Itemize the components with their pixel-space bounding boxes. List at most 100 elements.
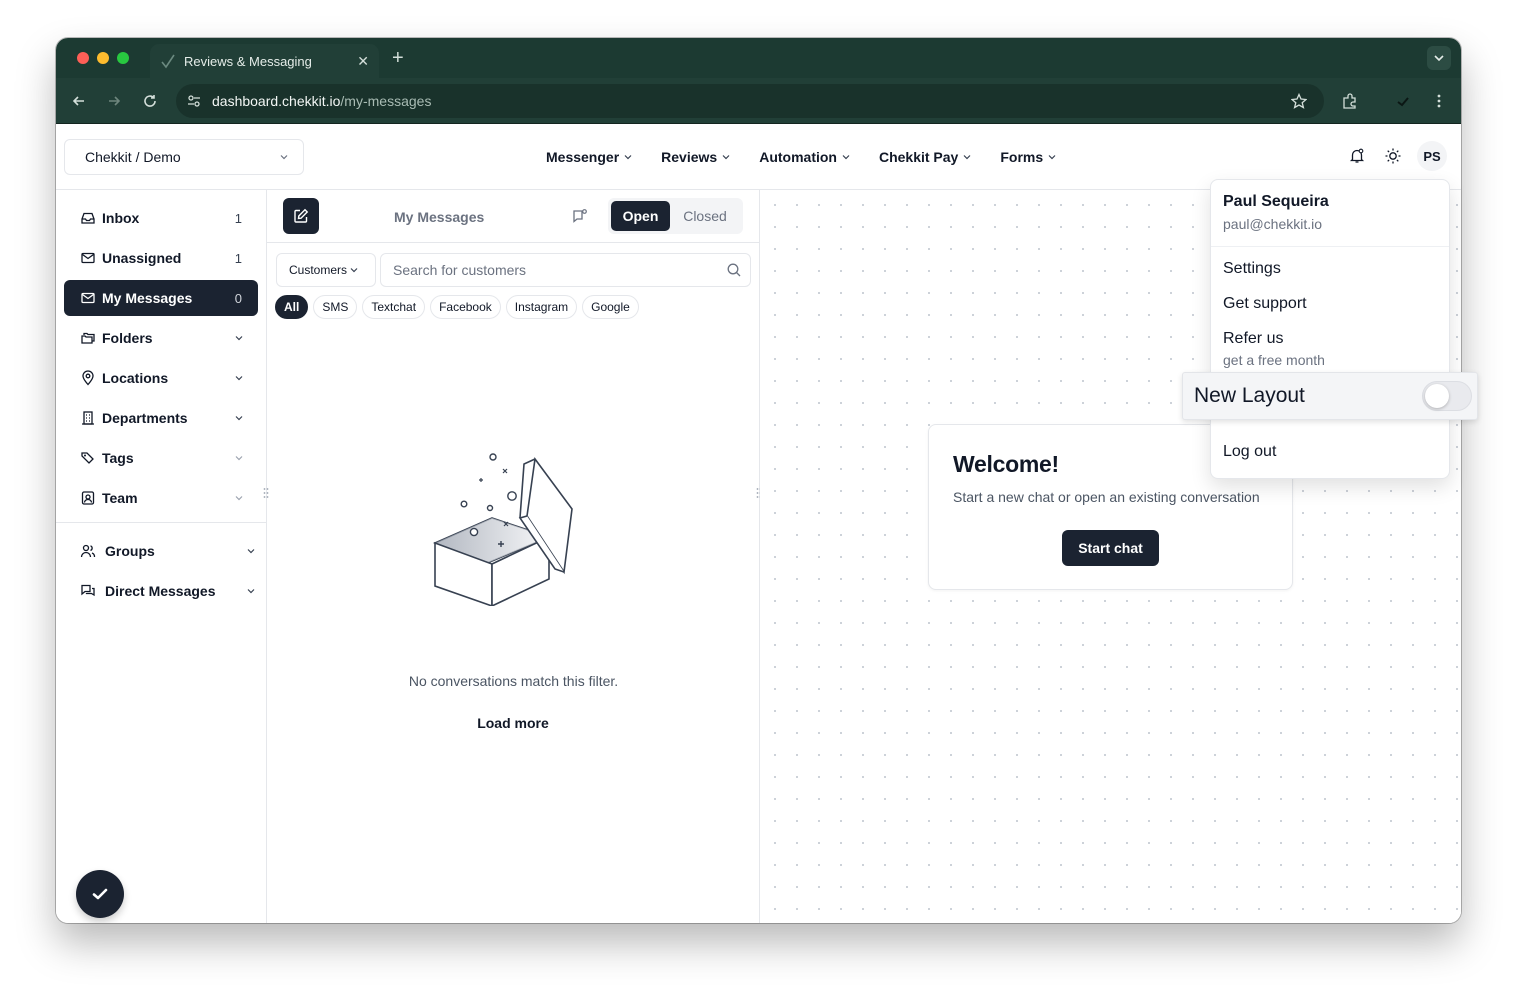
browser-menu-icon[interactable] (1428, 90, 1450, 112)
mail-icon (80, 290, 96, 306)
customer-search-input[interactable] (393, 262, 726, 278)
sidebar-item-count: 1 (234, 250, 242, 266)
bookmark-star-icon[interactable] (1288, 90, 1310, 112)
chevron-down-icon[interactable] (234, 373, 244, 383)
panel-title: My Messages (394, 209, 485, 225)
sidebar-item-count: 0 (234, 290, 242, 306)
status-open-button[interactable]: Open (611, 201, 670, 231)
channel-chip-textchat[interactable]: Textchat (362, 295, 426, 319)
sidebar-item-label: Tags (102, 450, 134, 466)
organization-selector[interactable]: Chekkit / Demo (64, 139, 304, 175)
sidebar-item-team[interactable]: Team (64, 480, 258, 516)
menu-item-refer-us[interactable]: Refer us (1223, 330, 1283, 348)
chevron-down-icon[interactable] (234, 333, 244, 343)
profile-icon[interactable] (1392, 90, 1414, 112)
browser-window: Reviews & Messaging ✕ + dashboard.chekki… (56, 38, 1461, 923)
chevron-down-icon (1048, 155, 1056, 160)
extensions-icon[interactable] (1339, 90, 1361, 112)
filter-select-value: Customers (289, 263, 348, 277)
theme-toggle-sun-icon[interactable] (1381, 144, 1405, 168)
welcome-title: Welcome! (953, 451, 1059, 477)
search-icon[interactable] (726, 262, 742, 278)
messages-panel: My Messages Open Closed Customers All (267, 190, 760, 923)
menu-label: Reviews (661, 149, 718, 165)
menu-item-settings[interactable]: Settings (1223, 260, 1281, 278)
check-action-button[interactable] (76, 870, 124, 918)
sidebar-item-label: Locations (102, 370, 169, 386)
close-window-button[interactable] (77, 52, 89, 64)
close-tab-icon[interactable]: ✕ (357, 53, 369, 70)
users-icon (80, 543, 96, 559)
reload-icon[interactable] (139, 90, 161, 112)
refer-us-subtext: get a free month (1223, 352, 1325, 368)
menu-divider (1211, 246, 1449, 247)
start-chat-button[interactable]: Start chat (1062, 530, 1159, 566)
chat-flag-icon[interactable] (571, 208, 589, 231)
chevron-down-icon[interactable] (234, 493, 244, 503)
user-avatar[interactable]: PS (1417, 141, 1447, 171)
back-icon[interactable] (68, 90, 90, 112)
sidebar-item-unassigned[interactable]: Unassigned 1 (64, 240, 258, 276)
minimize-window-button[interactable] (97, 52, 109, 64)
menu-messenger[interactable]: Messenger (546, 149, 633, 165)
sidebar-item-label: Folders (102, 330, 153, 346)
forward-icon[interactable] (103, 90, 125, 112)
empty-state-text: No conversations match this filter. (408, 673, 619, 689)
new-tab-icon[interactable]: + (392, 46, 404, 70)
channel-chip-instagram[interactable]: Instagram (505, 295, 578, 319)
menu-chekkit-pay[interactable]: Chekkit Pay (879, 149, 972, 165)
sidebar-item-folders[interactable]: Folders (64, 320, 258, 356)
empty-box-illustration (432, 446, 577, 611)
toggle-knob (1425, 384, 1449, 408)
chevron-down-icon (963, 155, 971, 160)
new-layout-toggle[interactable] (1422, 381, 1472, 411)
user-menu-dropdown: Paul Sequeira paul@chekkit.io Settings G… (1210, 179, 1450, 479)
chevron-down-icon[interactable] (234, 453, 244, 463)
sidebar-divider (56, 522, 267, 523)
new-layout-label: New Layout (1194, 384, 1305, 407)
compose-button[interactable] (283, 198, 319, 234)
team-icon (80, 490, 96, 506)
new-layout-row[interactable]: New Layout (1182, 372, 1478, 420)
sidebar-item-tags[interactable]: Tags (64, 440, 258, 476)
chevron-down-icon[interactable] (246, 586, 256, 596)
channel-chip-sms[interactable]: SMS (313, 295, 358, 319)
sidebar-group-groups[interactable]: Groups (64, 533, 258, 569)
url-host: dashboard.chekkit.io (212, 93, 341, 109)
chevron-down-icon[interactable] (234, 413, 244, 423)
customers-filter-select[interactable]: Customers (276, 253, 376, 287)
tab-title: Reviews & Messaging (184, 53, 312, 69)
menu-item-log-out[interactable]: Log out (1223, 443, 1276, 461)
notifications-bell-icon[interactable] (1345, 144, 1369, 168)
menu-item-get-support[interactable]: Get support (1223, 295, 1307, 313)
channel-chip-all[interactable]: All (275, 295, 309, 319)
menu-reviews[interactable]: Reviews (661, 149, 731, 165)
sidebar-item-departments[interactable]: Departments (64, 400, 258, 436)
sidebar-item-my-messages[interactable]: My Messages 0 (64, 280, 258, 316)
channel-chip-facebook[interactable]: Facebook (430, 295, 501, 319)
building-icon (80, 410, 96, 426)
inbox-icon (80, 210, 96, 226)
sidebar-item-label: Unassigned (102, 250, 182, 266)
status-closed-button[interactable]: Closed (670, 201, 740, 231)
sidebar: Inbox 1 Unassigned 1 My Messages 0 Folde… (56, 190, 267, 923)
channel-chip-google[interactable]: Google (582, 295, 639, 319)
sidebar-item-label: My Messages (102, 290, 193, 306)
map-pin-icon (80, 370, 96, 386)
site-settings-icon[interactable] (186, 93, 202, 109)
chevron-down-icon[interactable] (246, 546, 256, 556)
menu-automation[interactable]: Automation (759, 149, 851, 165)
tab-search-button[interactable] (1427, 46, 1451, 70)
sidebar-item-label: Inbox (102, 210, 140, 226)
browser-toolbar: dashboard.chekkit.io/my-messages (56, 78, 1461, 124)
address-bar[interactable]: dashboard.chekkit.io/my-messages (176, 84, 1324, 118)
browser-tab-bar: Reviews & Messaging ✕ + (56, 38, 1461, 78)
maximize-window-button[interactable] (117, 52, 129, 64)
sidebar-item-inbox[interactable]: Inbox 1 (64, 200, 258, 236)
menu-forms[interactable]: Forms (1000, 149, 1057, 165)
sidebar-item-locations[interactable]: Locations (64, 360, 258, 396)
welcome-subtitle: Start a new chat or open an existing con… (953, 489, 1260, 505)
load-more-button[interactable]: Load more (463, 708, 563, 738)
browser-tab[interactable]: Reviews & Messaging ✕ (150, 44, 379, 78)
sidebar-group-direct-messages[interactable]: Direct Messages (64, 573, 258, 609)
